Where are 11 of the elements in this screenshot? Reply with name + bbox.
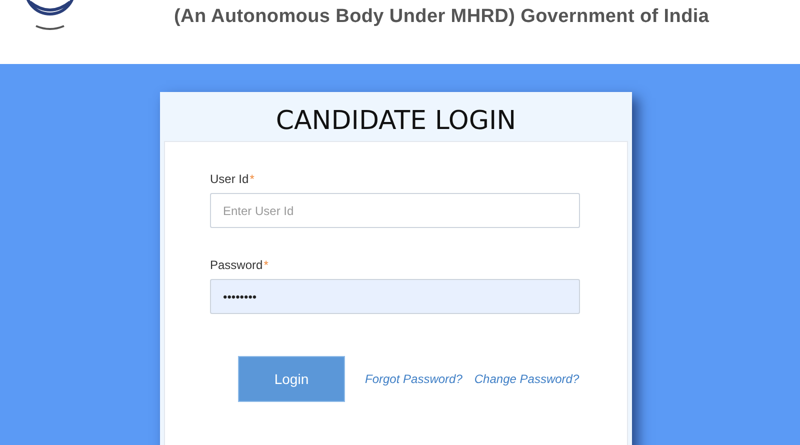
required-mark: * <box>250 171 254 188</box>
header-subtitle: (An Autonomous Body Under MHRD) Government of India <box>174 5 710 29</box>
required-mark: * <box>264 257 268 274</box>
field-label: Password <box>210 257 263 274</box>
text-link[interactable]: Forgot Password? <box>365 370 462 388</box>
text-link[interactable]: Change Password? <box>474 370 580 388</box>
input-field[interactable]: Enter User Id <box>210 193 580 228</box>
login-button[interactable]: Login <box>238 356 345 402</box>
field-label: User Id <box>210 171 249 188</box>
input-field[interactable]: •••••••• <box>210 279 580 314</box>
card-title: CANDIDATE LOGIN <box>274 105 518 138</box>
